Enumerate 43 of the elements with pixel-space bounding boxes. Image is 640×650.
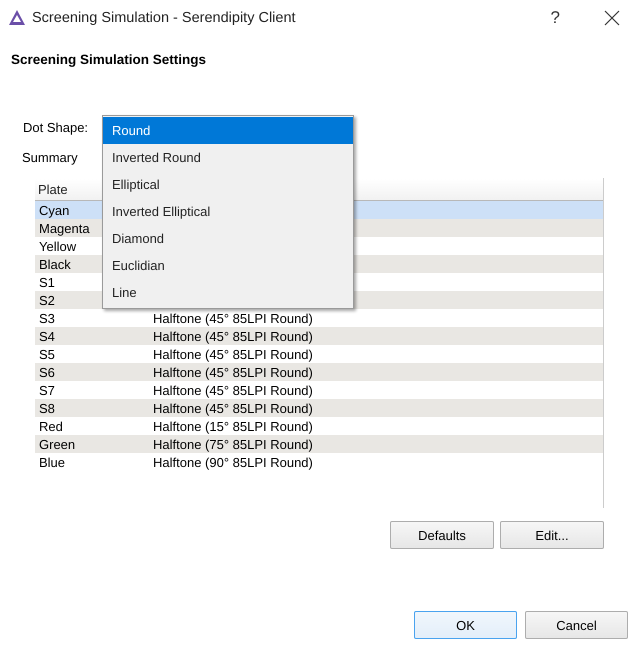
dropdown-option[interactable]: Diamond: [103, 225, 353, 252]
dropdown-option[interactable]: Round: [103, 117, 353, 144]
table-cell-text: Black: [38, 256, 71, 272]
table-action-button[interactable]: Defaults: [390, 521, 494, 549]
table-cell-text: S1: [38, 274, 55, 290]
table-cell: Halftone (90° 85LPI Round): [153, 454, 313, 470]
table-cell-text: S6: [38, 364, 55, 380]
dialog-button[interactable]: Cancel: [525, 611, 628, 639]
table-cell-text: S3: [38, 310, 55, 326]
table-cell: Halftone (45° 85LPI Round): [153, 328, 313, 344]
table-cell-text: S4: [38, 328, 55, 344]
table-cell-text: S2: [38, 292, 55, 308]
window-title: Screening Simulation - Serendipity Client: [32, 10, 297, 26]
dropdown-option[interactable]: Inverted Elliptical: [103, 198, 353, 225]
close-icon[interactable]: [604, 10, 620, 26]
table-cell-text: Red: [38, 418, 63, 434]
column-header[interactable]: Plate: [35, 182, 68, 196]
table-cell: Halftone (15° 85LPI Round): [153, 418, 313, 434]
table-cell: Halftone (45° 85LPI Round): [153, 364, 313, 380]
app-logo-icon: [8, 9, 26, 27]
table-cell-text: Green: [38, 436, 76, 452]
table-cell: Halftone (45° 85LPI Round): [153, 382, 313, 398]
table-cell-text: S7: [38, 382, 55, 398]
dropdown-option[interactable]: Inverted Round: [103, 144, 353, 171]
dialog-button[interactable]: OK: [414, 611, 517, 639]
summary-label: Summary: [22, 150, 78, 165]
table-cell: Halftone (45° 85LPI Round): [153, 310, 313, 326]
section-heading: Screening Simulation Settings: [11, 52, 208, 67]
table-cell-text: Cyan: [38, 202, 70, 218]
dropdown-option[interactable]: Elliptical: [103, 171, 353, 198]
table-cell-text: Blue: [38, 454, 66, 470]
dot-shape-label: Dot Shape:: [23, 120, 88, 134]
dropdown-option[interactable]: Euclidian: [103, 252, 353, 279]
table-cell: Halftone (45° 85LPI Round): [153, 400, 313, 416]
table-action-button[interactable]: Edit...: [500, 521, 604, 549]
table-cell-text: S8: [38, 400, 55, 416]
help-button[interactable]: ?: [550, 8, 560, 28]
table-cell: Halftone (45° 85LPI Round): [153, 346, 313, 362]
dropdown-option[interactable]: Line: [103, 279, 353, 306]
table-cell-text: Magenta: [38, 220, 90, 236]
table-cell-text: S5: [38, 346, 55, 362]
table-cell-text: Yellow: [38, 238, 76, 254]
table-cell: Halftone (75° 85LPI Round): [153, 436, 313, 452]
